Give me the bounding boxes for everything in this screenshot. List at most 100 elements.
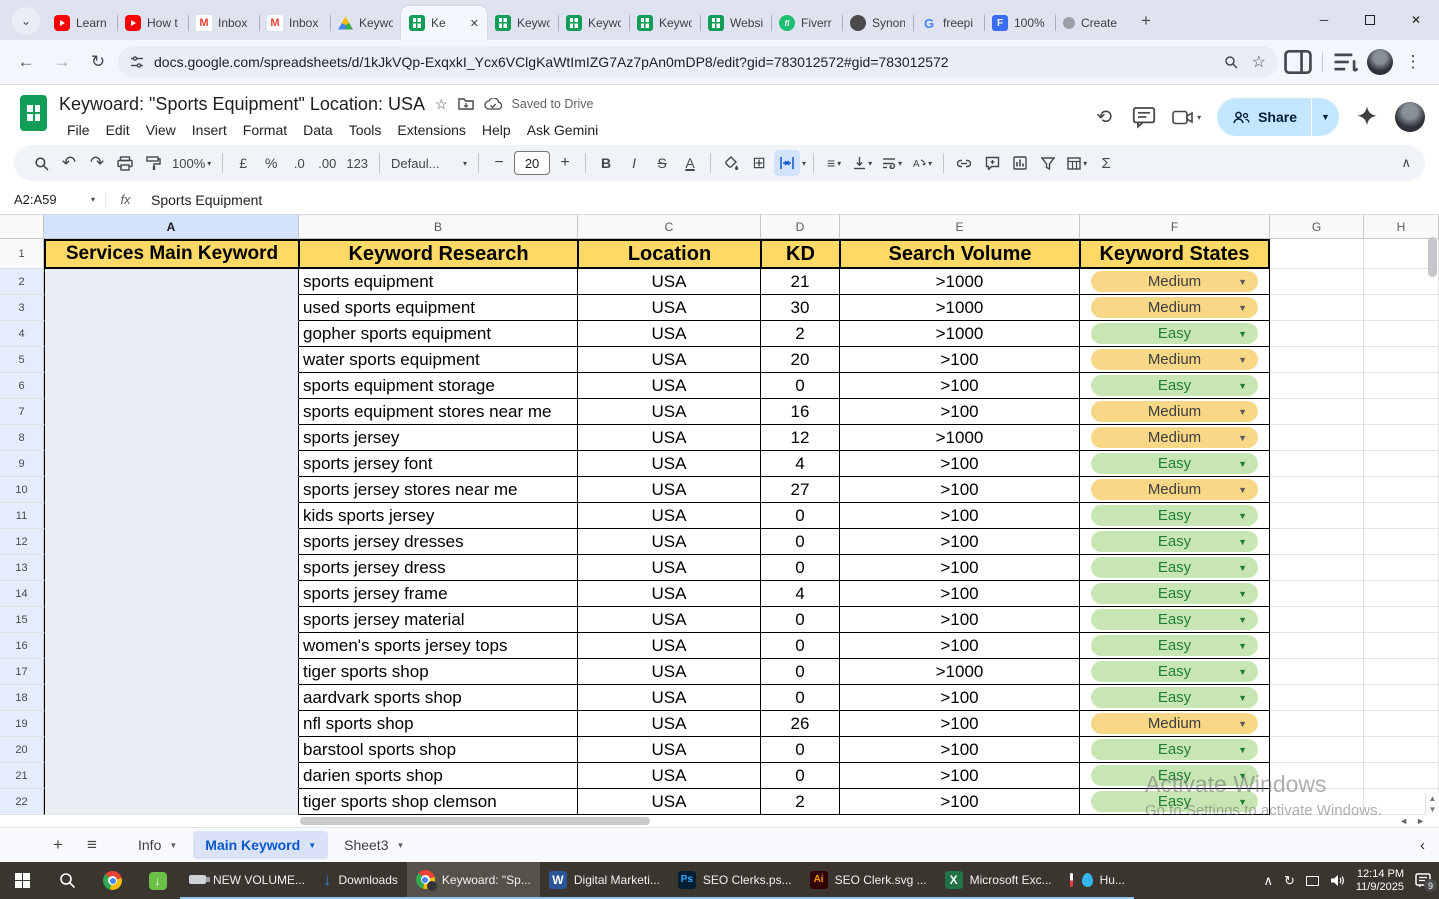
cell-H7[interactable] — [1364, 399, 1439, 425]
column-header-D[interactable]: D — [761, 215, 840, 239]
row-header-5[interactable]: 5 — [0, 347, 44, 373]
cell-B21[interactable]: darien sports shop — [299, 763, 578, 789]
cell-E13[interactable]: >100 — [840, 555, 1080, 581]
cell-G17[interactable] — [1270, 659, 1364, 685]
menu-edit[interactable]: Edit — [98, 119, 138, 141]
cell-G7[interactable] — [1270, 399, 1364, 425]
cell-B10[interactable]: sports jersey stores near me — [299, 477, 578, 503]
cell-C9[interactable]: USA — [578, 451, 761, 477]
menu-ask-gemini[interactable]: Ask Gemini — [519, 119, 607, 141]
header-cell-C1[interactable]: Location — [578, 239, 761, 269]
cell-D20[interactable]: 0 — [761, 737, 840, 763]
menu-view[interactable]: View — [138, 119, 184, 141]
cell-E4[interactable]: >1000 — [840, 321, 1080, 347]
cell-E18[interactable]: >100 — [840, 685, 1080, 711]
column-header-A[interactable]: A — [44, 215, 299, 239]
cell-D15[interactable]: 0 — [761, 607, 840, 633]
cell-C4[interactable]: USA — [578, 321, 761, 347]
cell-G19[interactable] — [1270, 711, 1364, 737]
cell-C21[interactable]: USA — [578, 763, 761, 789]
cell-H3[interactable] — [1364, 295, 1439, 321]
print-icon[interactable] — [112, 150, 138, 176]
row-header-13[interactable]: 13 — [0, 555, 44, 581]
cell-F3[interactable]: Medium▼ — [1080, 295, 1270, 321]
row-header-7[interactable]: 7 — [0, 399, 44, 425]
cell-C16[interactable]: USA — [578, 633, 761, 659]
font-size-input[interactable]: 20 — [514, 151, 550, 175]
cell-A21[interactable] — [44, 763, 299, 789]
share-button[interactable]: Share ▼ — [1217, 98, 1339, 136]
cell-A19[interactable] — [44, 711, 299, 737]
reload-button[interactable]: ↻ — [82, 46, 114, 78]
cell-B16[interactable]: women's sports jersey tops — [299, 633, 578, 659]
row-header-22[interactable]: 22 — [0, 789, 44, 815]
row-header-15[interactable]: 15 — [0, 607, 44, 633]
cell-G2[interactable] — [1270, 269, 1364, 295]
header-cell-A1[interactable]: Services Main Keyword — [44, 239, 299, 269]
cell-A22[interactable] — [44, 789, 299, 815]
search-icon[interactable] — [1224, 55, 1238, 69]
cell-B13[interactable]: sports jersey dress — [299, 555, 578, 581]
horizontal-align-icon[interactable]: ≡▾ — [821, 150, 847, 176]
browser-tab[interactable]: Synon — [842, 6, 913, 40]
cell-D2[interactable]: 21 — [761, 269, 840, 295]
state-dropdown-chip[interactable]: Easy▼ — [1091, 557, 1258, 578]
row-header-16[interactable]: 16 — [0, 633, 44, 659]
taskbar-app-button[interactable]: WDigital Marketi... — [540, 862, 669, 899]
minimize-button[interactable]: ─ — [1301, 0, 1347, 40]
row-header-19[interactable]: 19 — [0, 711, 44, 737]
cell-E7[interactable]: >100 — [840, 399, 1080, 425]
cell-A11[interactable] — [44, 503, 299, 529]
cell-F7[interactable]: Medium▼ — [1080, 399, 1270, 425]
cell-C22[interactable]: USA — [578, 789, 761, 815]
cell-B6[interactable]: sports equipment storage — [299, 373, 578, 399]
cell-C15[interactable]: USA — [578, 607, 761, 633]
insert-link-icon[interactable] — [951, 150, 977, 176]
cell-F12[interactable]: Easy▼ — [1080, 529, 1270, 555]
cell-C18[interactable]: USA — [578, 685, 761, 711]
cell-A12[interactable] — [44, 529, 299, 555]
cell-C14[interactable]: USA — [578, 581, 761, 607]
version-history-icon[interactable]: ⟲ — [1092, 105, 1116, 129]
start-button[interactable] — [0, 862, 45, 899]
name-box-caret-icon[interactable]: ▾ — [91, 195, 95, 204]
taskbar-app-button[interactable]: AiSEO Clerk.svg ... — [801, 862, 936, 899]
cell-G10[interactable] — [1270, 477, 1364, 503]
row-header-17[interactable]: 17 — [0, 659, 44, 685]
cell-B14[interactable]: sports jersey frame — [299, 581, 578, 607]
action-center-button[interactable]: 9 — [1415, 873, 1431, 888]
cell-H12[interactable] — [1364, 529, 1439, 555]
cell-D16[interactable]: 0 — [761, 633, 840, 659]
state-dropdown-chip[interactable]: Medium▼ — [1091, 401, 1258, 422]
menu-extensions[interactable]: Extensions — [389, 119, 473, 141]
cell-E15[interactable]: >100 — [840, 607, 1080, 633]
cell-A4[interactable] — [44, 321, 299, 347]
weather-widget[interactable]: Hu... — [1061, 862, 1134, 899]
browser-tab[interactable]: Create — [1055, 6, 1126, 40]
cell-A15[interactable] — [44, 607, 299, 633]
cell-G3[interactable] — [1270, 295, 1364, 321]
state-dropdown-chip[interactable]: Medium▼ — [1091, 297, 1258, 318]
cell-F6[interactable]: Easy▼ — [1080, 373, 1270, 399]
tab-groups-icon[interactable] — [1331, 46, 1363, 78]
name-box[interactable]: A2:A59 ▾ — [0, 192, 105, 207]
cell-D14[interactable]: 4 — [761, 581, 840, 607]
tab-search-chevron-icon[interactable]: ⌄ — [12, 7, 40, 35]
cell-F18[interactable]: Easy▼ — [1080, 685, 1270, 711]
horizontal-scroll-arrows[interactable]: ◄► — [1399, 816, 1425, 826]
cell-F4[interactable]: Easy▼ — [1080, 321, 1270, 347]
row-header-18[interactable]: 18 — [0, 685, 44, 711]
header-cell-E1[interactable]: Search Volume — [840, 239, 1080, 269]
cell-G22[interactable] — [1270, 789, 1364, 815]
browser-tab[interactable]: fiFiverr — [771, 6, 842, 40]
cell-F2[interactable]: Medium▼ — [1080, 269, 1270, 295]
vertical-align-icon[interactable]: ▾ — [849, 150, 876, 176]
cell-E6[interactable]: >100 — [840, 373, 1080, 399]
cell-F19[interactable]: Medium▼ — [1080, 711, 1270, 737]
cell-A3[interactable] — [44, 295, 299, 321]
state-dropdown-chip[interactable]: Easy▼ — [1091, 453, 1258, 474]
cell-G8[interactable] — [1270, 425, 1364, 451]
cell-F15[interactable]: Easy▼ — [1080, 607, 1270, 633]
cell-B2[interactable]: sports equipment — [299, 269, 578, 295]
cell-A2[interactable] — [44, 269, 299, 295]
